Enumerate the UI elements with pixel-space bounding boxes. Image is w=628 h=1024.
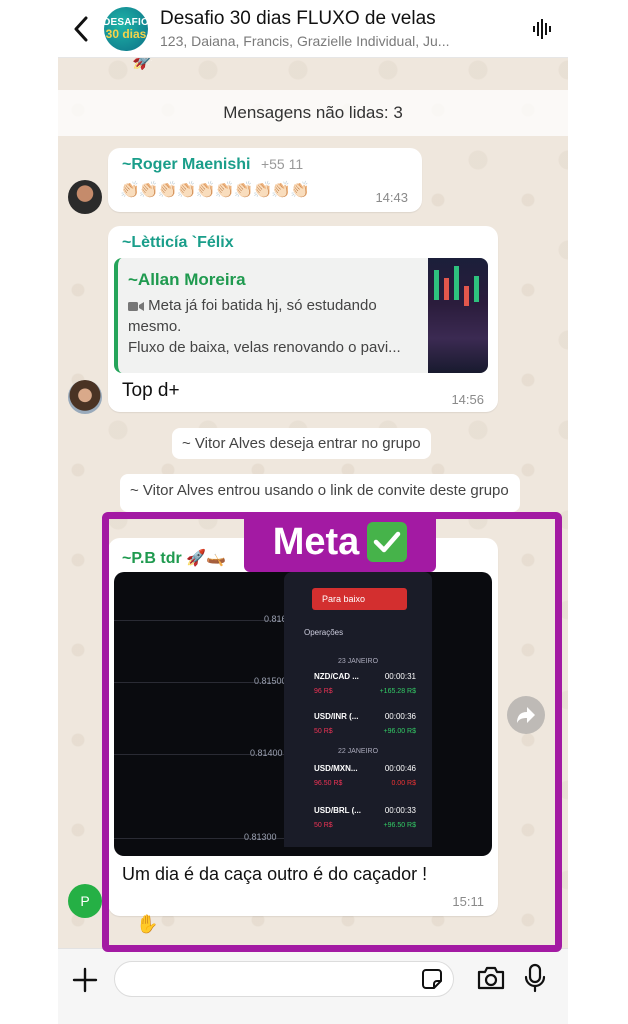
operation-amount: 50 R$ [314,822,333,829]
operation-result: +165.28 R$ [379,688,416,695]
system-message: ~ Vitor Alves entrou usando o link de co… [120,474,520,512]
operation-amount: 96 R$ [314,688,333,695]
message-sender[interactable]: ~P.B tdr 🚀🛶 [122,548,226,568]
group-avatar-line1: DESAFIO [103,16,149,28]
operation-amount: 50 R$ [314,728,333,735]
video-icon [128,301,144,311]
price-level: 0.81300 [244,832,277,842]
sticker-icon [422,969,442,989]
meta-annotation-text: Meta [272,520,360,563]
chat-screen: DESAFIO 30 dias Desafio 30 dias FLUXO de… [58,0,568,1024]
message-bubble[interactable]: ~P.B tdr 🚀🛶 0.81600 0.81500 0.81400 0.81… [108,538,498,916]
waveform-icon [533,18,551,39]
price-gridline [114,620,284,621]
system-message-text: ~ Vitor Alves deseja entrar no grupo [182,435,421,452]
operation-row: USD/BRL (... 00:00:33 50 R$ +96.50 R$ [302,804,420,844]
back-button[interactable] [58,0,104,58]
chevron-left-icon [74,16,88,41]
message-text: 👏🏻👏🏻👏🏻👏🏻👏🏻👏🏻👏🏻👏🏻👏🏻👏🏻 [120,182,310,199]
message-time: 15:11 [452,894,484,909]
broker-app-panel: Para baixo Operações 23 JANEIRO NZD/CAD … [284,572,432,847]
hand-reaction: ✋ [136,914,159,934]
operation-time: 00:00:46 [384,764,416,773]
unread-divider: Mensagens não lidas: 3 [58,90,568,136]
operation-time: 00:00:36 [384,712,416,721]
audio-call-button[interactable] [518,0,568,58]
message-bubble[interactable]: ~Roger Maenishi +55 11 👏🏻👏🏻👏🏻👏🏻👏🏻👏🏻👏🏻👏🏻👏… [108,148,422,212]
quote-thumbnail [428,258,488,373]
operation-amount: 96.50 R$ [314,780,343,787]
sell-button-label: Para baixo [322,594,366,604]
operation-result: 0.00 R$ [391,780,416,787]
operation-row: USD/MXN... 00:00:46 96.50 R$ 0.00 R$ [302,762,420,802]
camera-icon [477,966,505,990]
check-mark-icon [367,522,408,562]
camera-button[interactable] [476,965,506,996]
message-input[interactable] [114,961,454,997]
system-message: ~ Vitor Alves deseja entrar no grupo [172,428,431,459]
message-sender[interactable]: ~Roger Maenishi [122,156,250,173]
operation-pair: USD/INR (... [314,712,359,721]
attach-button[interactable] [72,967,98,993]
group-avatar-line2: 30 dias [105,26,147,41]
quote-sender: ~Allan Moreira [128,270,246,289]
operation-row: USD/INR (... 00:00:36 50 R$ +96.00 R$ [302,710,420,750]
message-composer [58,948,568,1024]
microphone-icon [524,963,546,993]
operation-pair: USD/MXN... [314,764,358,773]
operation-pair: USD/BRL (... [314,806,361,815]
chat-header: DESAFIO 30 dias Desafio 30 dias FLUXO de… [58,0,568,58]
operation-row: NZD/CAD ... 00:00:31 96 R$ +165.28 R$ [302,670,420,710]
message-time: 14:43 [375,190,408,205]
group-avatar[interactable]: DESAFIO 30 dias [103,6,149,51]
mic-button[interactable] [524,963,546,998]
operations-date: 22 JANEIRO [337,748,379,755]
group-members: 123, Daiana, Francis, Grazielle Individu… [160,33,450,49]
forward-button[interactable] [507,696,545,734]
avatar[interactable] [68,180,102,214]
price-level: 0.81400 [250,748,283,758]
message-bubble[interactable]: ~Lètticía `Félix ~Allan Moreira Meta já … [108,226,498,412]
operation-result: +96.00 R$ [383,728,417,735]
quoted-message[interactable]: ~Allan Moreira Meta já foi batida hj, só… [114,258,488,373]
message-sender[interactable]: ~Lètticía `Félix [122,234,234,252]
operation-pair: NZD/CAD ... [314,672,359,681]
operations-date: 23 JANEIRO [337,658,379,665]
trading-screenshot-image[interactable]: 0.81600 0.81500 0.81400 0.81300 Para bai… [114,572,492,856]
quote-text-line3: Fluxo de baixa, velas renovando o pavi..… [128,339,401,356]
forward-icon [517,707,535,723]
sticker-button[interactable] [421,968,443,995]
quote-text-line1: Meta já foi batida hj, só estudando [148,297,377,314]
operations-header: Operações [304,628,344,637]
group-info[interactable]: Desafio 30 dias FLUXO de velas 123, Daia… [160,8,518,49]
operation-result: +96.50 R$ [383,822,417,829]
operation-time: 00:00:33 [384,806,416,815]
message-time: 14:56 [451,392,484,407]
avatar-letter: P [80,893,90,909]
system-message-text: ~ Vitor Alves entrou usando o link de co… [130,482,509,499]
price-level: 0.81500 [254,676,287,686]
avatar[interactable]: P [68,884,102,918]
avatar[interactable] [68,380,102,414]
sell-button: Para baixo [312,588,407,610]
message-caption: Um dia é da caça outro é do caçador ! [122,864,428,884]
message-text: Top d+ [122,380,180,401]
plus-icon [72,967,98,993]
meta-annotation: Meta [244,512,436,572]
sender-phone: +55 11 [260,156,304,172]
quote-text-line2: mesmo. [128,318,182,335]
operation-time: 00:00:31 [384,672,416,681]
group-title: Desafio 30 dias FLUXO de velas [160,8,436,29]
